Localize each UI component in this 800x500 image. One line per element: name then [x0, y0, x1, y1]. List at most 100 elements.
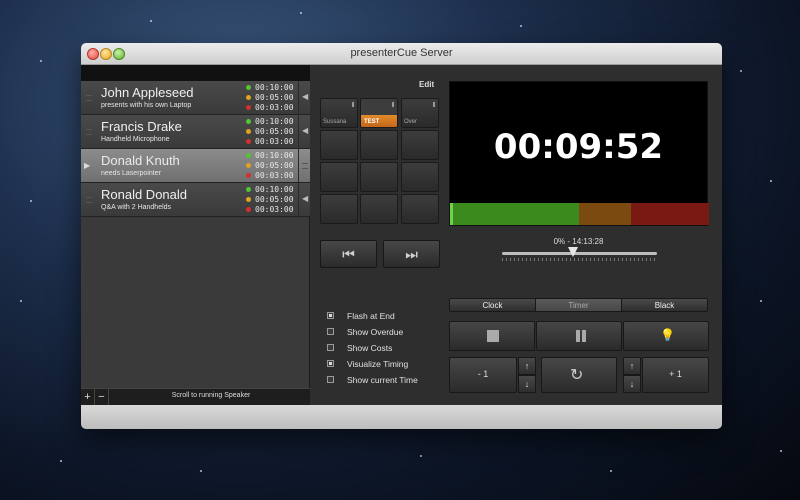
cue-slot[interactable] [320, 162, 358, 192]
add-speaker-button[interactable]: + [81, 389, 95, 405]
triangle-left-icon: ◀ [302, 126, 309, 135]
pause-button[interactable] [536, 321, 622, 351]
drag-handle-icon[interactable] [86, 197, 92, 203]
expand-button[interactable]: ◀ [298, 183, 310, 217]
plus-down-arrow[interactable]: ↓ [623, 375, 641, 393]
green-dot-icon [246, 187, 251, 192]
speaker-times: 00:10:00 00:05:00 00:03:00 [246, 151, 296, 181]
window-bottom-bar [81, 405, 722, 429]
option-visualize-timing[interactable]: Visualize Timing [327, 358, 408, 370]
minus-up-arrow[interactable]: ↑ [518, 357, 536, 375]
speaker-name: Donald Knuth [101, 153, 180, 168]
speaker-name: John Appleseed [101, 85, 194, 100]
reset-button[interactable]: ↻ [541, 357, 617, 393]
display-mode-control[interactable]: Clock Timer Black [449, 298, 708, 312]
lightbulb-icon: 💡 [660, 328, 675, 342]
speaker-subtitle: Handheld Microphone [101, 136, 170, 143]
plus-one-label: + 1 [669, 369, 682, 379]
time-green: 00:10:00 [255, 117, 294, 126]
green-dot-icon [246, 119, 251, 124]
speaker-times: 00:10:00 00:05:00 00:03:00 [246, 185, 296, 215]
option-label: Show Overdue [347, 327, 404, 337]
option-show-costs[interactable]: Show Costs [327, 342, 392, 354]
remove-speaker-button[interactable]: − [95, 389, 109, 405]
slider-ticks [502, 258, 657, 261]
speaker-subtitle: presents with his own Laptop [101, 102, 192, 109]
cue-slot[interactable] [360, 194, 398, 224]
option-label: Show Costs [347, 343, 393, 353]
checkbox[interactable] [327, 360, 334, 367]
green-dot-icon [246, 153, 251, 158]
time-red: 00:03:00 [255, 205, 294, 214]
level-icon [392, 102, 394, 107]
timing-segment-red [631, 203, 709, 225]
checkbox[interactable] [327, 344, 334, 351]
cue-slot[interactable] [401, 162, 439, 192]
red-dot-icon [246, 173, 251, 178]
option-show-overdue[interactable]: Show Overdue [327, 326, 403, 338]
cue-slot[interactable]: Sussana [320, 98, 358, 128]
time-red: 00:03:00 [255, 103, 294, 112]
position-slider[interactable] [502, 252, 657, 255]
progress-label: 0% - 14:13:28 [553, 237, 604, 246]
speaker-row-active[interactable]: ▶ Donald Knuth needs Laserpointer 00:10:… [81, 149, 310, 183]
cue-slot-selected[interactable]: TEST [360, 98, 398, 128]
yellow-dot-icon [246, 95, 251, 100]
title-bar[interactable]: presenterCue Server [81, 43, 722, 65]
expand-button[interactable]: ◀ [298, 115, 310, 149]
checkbox[interactable] [327, 312, 334, 319]
time-yellow: 00:05:00 [255, 195, 294, 204]
speaker-subtitle: Q&A with 2 Handhelds [101, 204, 172, 211]
plus-up-arrow[interactable]: ↑ [623, 357, 641, 375]
yellow-dot-icon [246, 197, 251, 202]
cue-label: Over [404, 119, 418, 125]
slider-thumb[interactable] [568, 247, 579, 257]
cue-slot[interactable] [360, 130, 398, 160]
checkbox[interactable] [327, 328, 334, 335]
drag-handle-icon[interactable] [86, 129, 92, 135]
cue-slot[interactable] [320, 130, 358, 160]
option-label: Visualize Timing [347, 359, 409, 369]
green-dot-icon [246, 85, 251, 90]
drag-handle-icon[interactable] [86, 95, 92, 101]
triangle-left-icon: ◀ [302, 194, 309, 203]
list-footer: + − Scroll to running Speaker [81, 388, 310, 405]
scroll-to-running-button[interactable]: Scroll to running Speaker [121, 392, 301, 399]
option-label: Show current Time [347, 375, 418, 385]
cue-slot[interactable] [401, 194, 439, 224]
drag-handle[interactable] [298, 149, 310, 183]
light-button[interactable]: 💡 [623, 321, 709, 351]
minus-down-arrow[interactable]: ↓ [518, 375, 536, 393]
speaker-name: Ronald Donald [101, 187, 188, 202]
plus-one-button[interactable]: + 1 [642, 357, 709, 393]
option-flash-at-end[interactable]: Flash at End [327, 310, 395, 322]
timer-display: 00:09:52 [493, 127, 664, 167]
cue-slot[interactable] [401, 130, 439, 160]
option-show-current-time[interactable]: Show current Time [327, 374, 418, 386]
time-green: 00:10:00 [255, 185, 294, 194]
stop-button[interactable] [449, 321, 535, 351]
cue-label: Sussana [323, 119, 347, 125]
speaker-row[interactable]: Ronald Donald Q&A with 2 Handhelds 00:10… [81, 183, 310, 217]
speaker-row[interactable]: John Appleseed presents with his own Lap… [81, 81, 310, 115]
cue-slot[interactable] [320, 194, 358, 224]
cue-slot[interactable] [360, 162, 398, 192]
play-icon: ▶ [84, 161, 91, 170]
cue-slot[interactable]: Over [401, 98, 439, 128]
level-icon [433, 102, 435, 107]
skip-forward-icon: ⏭ [405, 246, 418, 262]
checkbox[interactable] [327, 376, 334, 383]
minus-one-button[interactable]: - 1 [449, 357, 517, 393]
minus-one-label: - 1 [477, 369, 489, 379]
expand-button[interactable]: ◀ [298, 81, 310, 115]
mode-black[interactable]: Black [622, 299, 707, 311]
timing-segment-green [450, 203, 579, 225]
previous-speaker-button[interactable]: ⏮ [320, 240, 377, 268]
yellow-dot-icon [246, 163, 251, 168]
grip-icon [302, 163, 308, 169]
edit-button[interactable]: Edit [419, 80, 434, 89]
next-speaker-button[interactable]: ⏭ [383, 240, 440, 268]
mode-timer[interactable]: Timer [536, 299, 622, 311]
mode-clock[interactable]: Clock [450, 299, 536, 311]
speaker-row[interactable]: Francis Drake Handheld Microphone 00:10:… [81, 115, 310, 149]
